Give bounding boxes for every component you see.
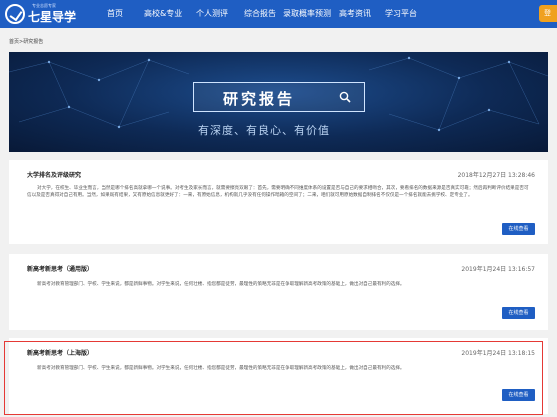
search-icon (339, 91, 351, 103)
top-navigation-bar: 七星导学 专业志愿专家 首页 高校&专业 个人测评 综合报告 录取概率预测 高考… (0, 0, 557, 28)
view-online-button[interactable]: 在线查看 (502, 223, 535, 235)
view-online-button[interactable]: 在线查看 (502, 307, 535, 319)
banner-title: 研究报告 (223, 90, 296, 108)
nav-news[interactable]: 高考资讯 (339, 8, 371, 19)
nav-admission-prediction[interactable]: 录取概率预测 (283, 8, 331, 19)
article-card: 大学排名及评级研究 2018年12月27日 13:28:46 对大学，在校生、毕… (9, 160, 548, 244)
logo-tagline: 专业志愿专家 (32, 3, 56, 8)
logo-check-icon (5, 4, 25, 24)
article-title[interactable]: 大学排名及评级研究 (27, 170, 81, 179)
selection-highlight-box (4, 341, 543, 415)
research-report-banner: 研究报告 有深度、有良心、有价值 (9, 52, 548, 152)
nav-report[interactable]: 综合报告 (244, 8, 276, 19)
logo-name: 七星导学 (28, 9, 77, 24)
banner-subtitle: 有深度、有良心、有价值 (198, 124, 330, 137)
article-title[interactable]: 新高考新思考（通用版） (27, 264, 93, 273)
article-summary: 新高考对教育管理部门、学校、学生来说，都是新鲜事物。对学生来说，任何壮楼、指您都… (37, 282, 405, 287)
article-date: 2018年12月27日 13:28:46 (457, 172, 535, 179)
article-date: 2019年1月24日 13:16:57 (461, 266, 535, 273)
article-card: 新高考新思考（通用版） 2019年1月24日 13:16:57 新高考对教育管理… (9, 254, 548, 330)
nav-study[interactable]: 学习平台 (385, 8, 417, 19)
breadcrumb: 首页>研究报告 (9, 39, 44, 45)
site-logo[interactable]: 七星导学 专业志愿专家 (5, 2, 76, 26)
nav-assessment[interactable]: 个人测评 (196, 8, 228, 19)
nav-colleges[interactable]: 高校&专业 (144, 8, 182, 19)
article-summary: 对大学，在校生、毕业生而言，当然是哪个排名高就拿哪一个说事。对考生及家长而言，就… (27, 186, 529, 198)
login-button[interactable]: 登 (539, 5, 557, 22)
nav-home[interactable]: 首页 (107, 8, 123, 19)
